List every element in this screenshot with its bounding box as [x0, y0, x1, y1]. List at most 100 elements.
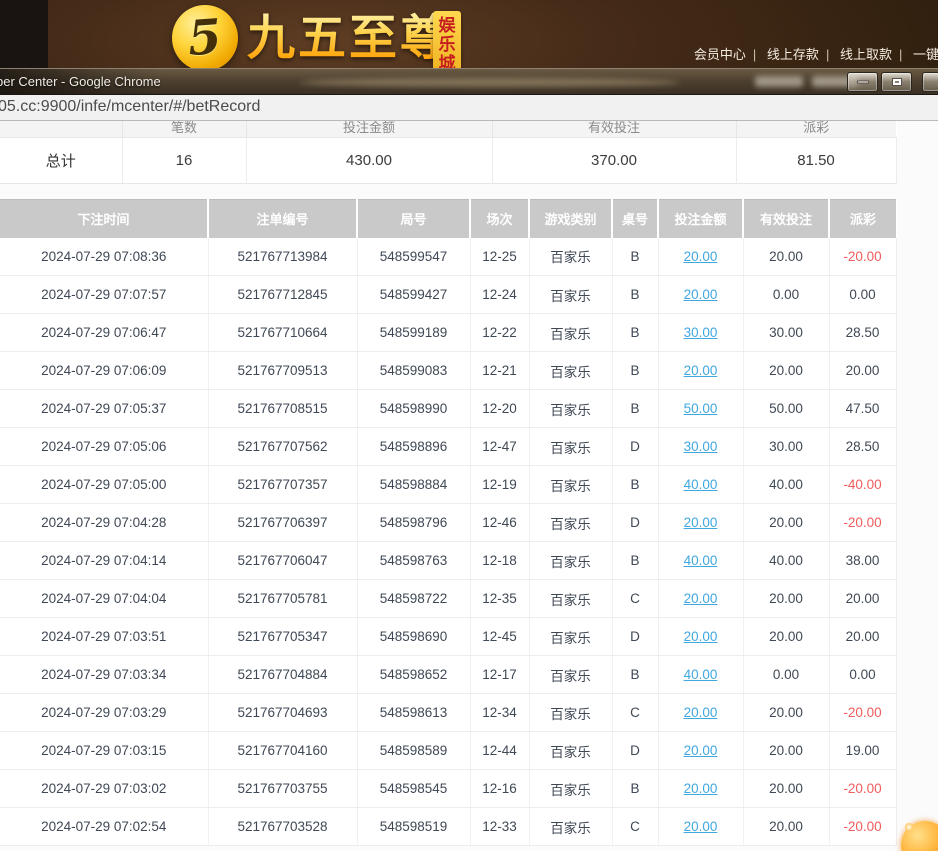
- cell-payout: 19.00: [829, 732, 896, 770]
- cell-bet-time: 2024-07-29 07:05:00: [0, 466, 208, 504]
- bet-record-row: 2024-07-29 07:02:54 521767703528 5485985…: [0, 808, 896, 846]
- bet-amount-link[interactable]: 20.00: [684, 819, 718, 834]
- site-logo-icon[interactable]: 5: [172, 5, 238, 71]
- cell-bet-amount: 40.00: [658, 542, 743, 580]
- top-nav-link[interactable]: 会员中心: [694, 47, 746, 62]
- bet-record-row: 2024-07-29 07:05:00 521767707357 5485988…: [0, 466, 896, 504]
- cell-order-number: 521767712845: [208, 276, 357, 314]
- page-content: 笔数 投注金额 有效投注 派彩 总计 16 430.00 370.00 81.5…: [0, 121, 938, 851]
- cell-bet-time: 2024-07-29 07:03:51: [0, 618, 208, 656]
- cell-game-type: 百家乐: [529, 808, 612, 846]
- cell-bet-time: 2024-07-29 07:04:14: [0, 542, 208, 580]
- cell-round-number: 548598722: [357, 580, 470, 618]
- minimize-icon: [857, 81, 869, 84]
- top-nav-link[interactable]: 线上取款: [840, 47, 892, 62]
- cell-payout: 28.50: [829, 314, 896, 352]
- nav-separator: |: [753, 47, 756, 62]
- cell-payout: -20.00: [829, 770, 896, 808]
- cell-valid-bet: 20.00: [743, 808, 829, 846]
- top-nav-link[interactable]: 线上存款: [767, 47, 819, 62]
- minimize-button[interactable]: [847, 72, 878, 92]
- cell-table-number: B: [612, 466, 658, 504]
- cell-game-type: 百家乐: [529, 276, 612, 314]
- bet-amount-link[interactable]: 20.00: [684, 781, 718, 796]
- cell-valid-bet: 40.00: [743, 466, 829, 504]
- nav-separator: |: [899, 47, 902, 62]
- cell-order-number: 521767704884: [208, 656, 357, 694]
- cell-round-number: 548598896: [357, 428, 470, 466]
- logo-monogram: 5: [186, 9, 223, 67]
- cell-session: 12-16: [470, 770, 529, 808]
- cell-payout: 28.50: [829, 428, 896, 466]
- cell-round-number: 548598763: [357, 542, 470, 580]
- window-titlebar[interactable]: ber Center - Google Chrome: [0, 68, 938, 95]
- summary-total-row: 总计 16 430.00 370.00 81.50: [0, 138, 896, 184]
- floating-promo-widget[interactable]: [901, 821, 938, 851]
- summary-header-blank: [0, 121, 122, 138]
- cell-game-type: 百家乐: [529, 314, 612, 352]
- cell-game-type: 百家乐: [529, 238, 612, 276]
- bet-amount-link[interactable]: 20.00: [684, 591, 718, 606]
- cell-order-number: 521767706397: [208, 504, 357, 542]
- cell-payout: 0.00: [829, 656, 896, 694]
- summary-total-label: 总计: [0, 138, 122, 184]
- maximize-button[interactable]: [881, 72, 912, 92]
- cell-valid-bet: 20.00: [743, 618, 829, 656]
- bet-amount-link[interactable]: 20.00: [684, 287, 718, 302]
- top-nav: 会员中心| 线上存款| 线上取款| 一键归|: [694, 44, 938, 63]
- cell-table-number: B: [612, 238, 658, 276]
- cell-bet-time: 2024-07-29 07:03:15: [0, 732, 208, 770]
- summary-table: 笔数 投注金额 有效投注 派彩 总计 16 430.00 370.00 81.5…: [0, 121, 897, 184]
- bet-amount-link[interactable]: 20.00: [684, 363, 718, 378]
- bet-record-row: 2024-07-29 07:03:34 521767704884 5485986…: [0, 656, 896, 694]
- cell-session: 12-45: [470, 618, 529, 656]
- cell-payout: 20.00: [829, 580, 896, 618]
- bet-amount-link[interactable]: 20.00: [684, 743, 718, 758]
- cell-round-number: 548598990: [357, 390, 470, 428]
- cell-bet-time: 2024-07-29 07:05:06: [0, 428, 208, 466]
- bet-amount-link[interactable]: 30.00: [684, 325, 718, 340]
- bet-amount-link[interactable]: 30.00: [684, 439, 718, 454]
- cell-payout: -20.00: [829, 808, 896, 846]
- cell-round-number: 548598652: [357, 656, 470, 694]
- cell-bet-amount: 20.00: [658, 618, 743, 656]
- cell-table-number: D: [612, 732, 658, 770]
- cell-session: 12-33: [470, 808, 529, 846]
- titlebar-reflection: [300, 78, 680, 87]
- cell-order-number: 521767704160: [208, 732, 357, 770]
- bet-amount-link[interactable]: 40.00: [684, 553, 718, 568]
- cell-order-number: 521767707562: [208, 428, 357, 466]
- bet-amount-link[interactable]: 20.00: [684, 705, 718, 720]
- cell-order-number: 521767704693: [208, 694, 357, 732]
- top-nav-link[interactable]: 一键归: [913, 47, 938, 62]
- cell-game-type: 百家乐: [529, 770, 612, 808]
- url-text: 05.cc:9900/infe/mcenter/#/betRecord: [0, 98, 260, 116]
- bet-amount-link[interactable]: 20.00: [684, 249, 718, 264]
- cell-bet-amount: 20.00: [658, 238, 743, 276]
- cell-bet-time: 2024-07-29 07:02:54: [0, 808, 208, 846]
- bet-table-header-row: 下注时间 注单编号 局号 场次 游戏类别 桌号 投注金额 有效投注 派彩: [0, 200, 896, 238]
- cell-order-number: 521767709513: [208, 352, 357, 390]
- bet-amount-link[interactable]: 20.00: [684, 515, 718, 530]
- censored-account-blob: [755, 76, 803, 87]
- cell-valid-bet: 20.00: [743, 580, 829, 618]
- cell-valid-bet: 40.00: [743, 542, 829, 580]
- bet-amount-link[interactable]: 50.00: [684, 401, 718, 416]
- cell-game-type: 百家乐: [529, 618, 612, 656]
- bet-record-row: 2024-07-29 07:04:14 521767706047 5485987…: [0, 542, 896, 580]
- bet-amount-link[interactable]: 40.00: [684, 667, 718, 682]
- cell-table-number: B: [612, 276, 658, 314]
- close-button[interactable]: [922, 72, 938, 92]
- bet-amount-link[interactable]: 20.00: [684, 629, 718, 644]
- cell-session: 12-20: [470, 390, 529, 428]
- bet-record-row: 2024-07-29 07:05:37 521767708515 5485989…: [0, 390, 896, 428]
- screen: 5 九五至尊 娱乐城 会员中心| 线上存款| 线上取款| 一键归| ber Ce…: [0, 0, 938, 851]
- cell-payout: 38.00: [829, 542, 896, 580]
- address-bar[interactable]: 05.cc:9900/infe/mcenter/#/betRecord: [0, 95, 938, 121]
- bet-amount-link[interactable]: 40.00: [684, 477, 718, 492]
- bet-record-row: 2024-07-29 07:03:15 521767704160 5485985…: [0, 732, 896, 770]
- cell-payout: 20.00: [829, 618, 896, 656]
- bet-record-row: 2024-07-29 07:03:51 521767705347 5485986…: [0, 618, 896, 656]
- cell-table-number: D: [612, 428, 658, 466]
- cell-game-type: 百家乐: [529, 656, 612, 694]
